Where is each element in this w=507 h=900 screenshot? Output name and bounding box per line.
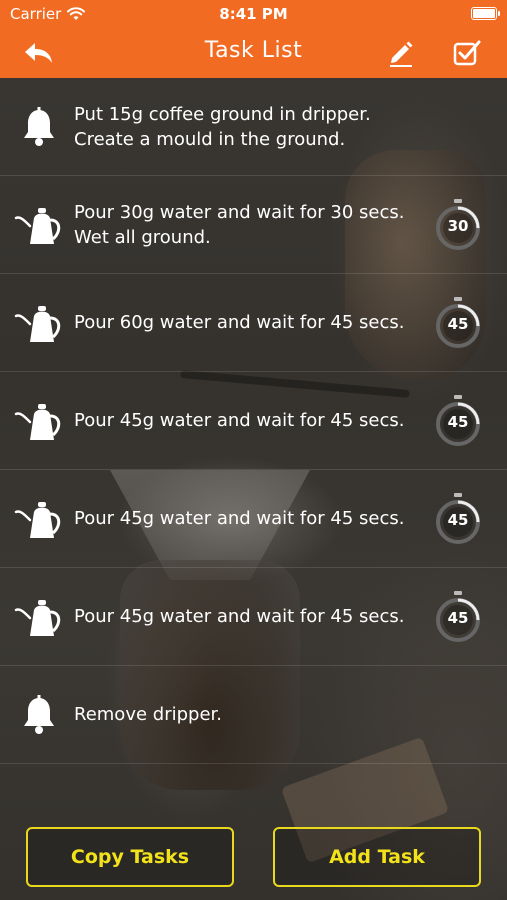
kettle-icon [14,494,64,544]
add-task-button[interactable]: Add Task [273,827,481,887]
edit-button[interactable] [384,38,418,68]
copy-tasks-button[interactable]: Copy Tasks [26,827,234,887]
timer-seconds: 45 [447,314,469,333]
timer-icon[interactable]: 30 [435,198,481,251]
clock: 8:41 PM [219,5,288,23]
timer-icon[interactable]: 45 [435,590,481,643]
kettle-icon [14,592,64,642]
bell-icon [14,690,64,740]
kettle-icon [14,396,64,446]
task-text: Remove dripper. [74,704,222,725]
task-text: Pour 30g water and wait for 30 secs. Wet… [74,201,405,248]
battery-icon [471,7,500,20]
timer-seconds: 30 [447,216,469,235]
select-button[interactable] [450,38,484,68]
timer-seconds: 45 [447,510,469,529]
task-text: Pour 45g water and wait for 45 secs. [74,508,405,529]
task-text: Pour 60g water and wait for 45 secs. [74,312,405,333]
task-row[interactable]: Pour 45g water and wait for 45 secs. 45 [0,372,507,470]
timer-icon[interactable]: 45 [435,296,481,349]
task-text: Pour 45g water and wait for 45 secs. [74,606,405,627]
timer-seconds: 45 [447,412,469,431]
timer-seconds: 45 [447,608,469,627]
status-bar: Carrier 8:41 PM [0,0,507,28]
task-row[interactable]: Put 15g coffee ground in dripper. Create… [0,78,507,176]
pencil-icon [390,41,413,67]
task-row[interactable]: Pour 30g water and wait for 30 secs. Wet… [0,176,507,274]
kettle-icon [14,200,64,250]
kettle-icon [14,298,64,348]
task-list: Put 15g coffee ground in dripper. Create… [0,78,507,764]
nav-bar: Task List [0,28,507,78]
timer-icon[interactable]: 45 [435,394,481,447]
task-row[interactable]: Pour 60g water and wait for 45 secs. 45 [0,274,507,372]
task-text: Pour 45g water and wait for 45 secs. [74,410,405,431]
task-text: Put 15g coffee ground in dripper. Create… [74,103,371,150]
task-row[interactable]: Pour 45g water and wait for 45 secs. 45 [0,568,507,666]
timer-icon[interactable]: 45 [435,492,481,545]
checkbox-icon [453,40,481,66]
task-row[interactable]: Pour 45g water and wait for 45 secs. 45 [0,470,507,568]
bell-icon [14,102,64,152]
page-title: Task List [204,38,303,63]
task-row[interactable]: Remove dripper. [0,666,507,764]
